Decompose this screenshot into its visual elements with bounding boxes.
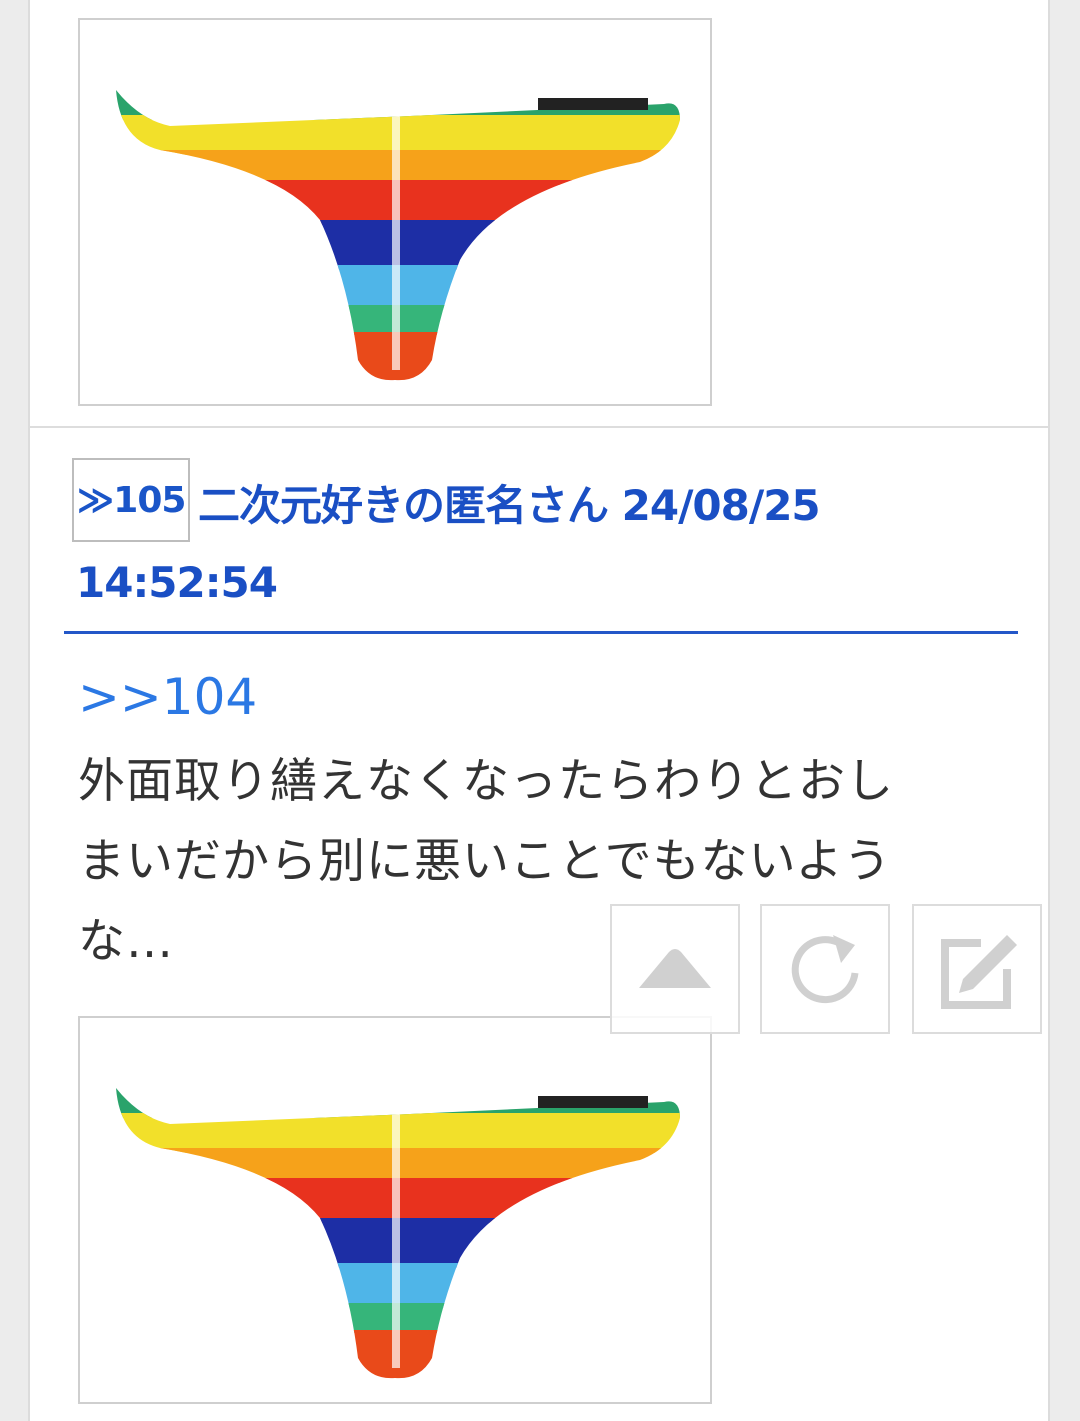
post-body-line: まいだから別に悪いことでもないよう (78, 834, 892, 889)
post-divider (30, 426, 1048, 428)
post-image-previous[interactable] (78, 18, 712, 406)
thread-page: ≫105 二次元好きの匿名さん 24/08/25 14:52:54 >>104 … (28, 0, 1050, 1421)
refresh-icon (791, 935, 859, 1004)
triangle-up-icon (639, 949, 711, 988)
post-image[interactable] (78, 1016, 712, 1404)
scroll-top-button[interactable] (610, 904, 740, 1034)
header-underline (64, 631, 1018, 634)
post-time: 14:52:54 (76, 558, 278, 607)
post-body-line: 外面取り繕えなくなったらわりとおし (78, 754, 894, 809)
edit-icon (941, 935, 1017, 1009)
res-number-button[interactable]: ≫105 (72, 458, 190, 542)
poster-name-date: 二次元好きの匿名さん 24/08/25 (198, 481, 821, 530)
write-button[interactable] (912, 904, 1042, 1034)
reply-anchor-link[interactable]: >>104 (78, 668, 257, 726)
reload-button[interactable] (760, 904, 890, 1034)
